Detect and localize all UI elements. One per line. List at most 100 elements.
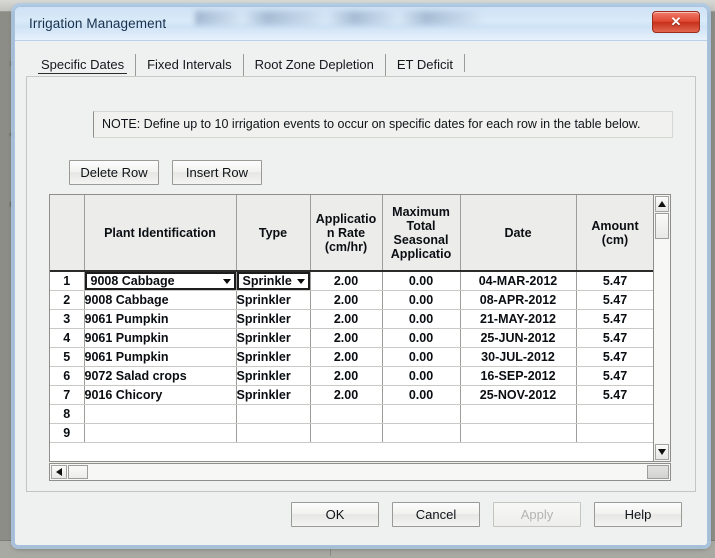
column-header-application-rate[interactable]: Applicatio n Rate (cm/hr) [310, 195, 383, 272]
cell-type[interactable]: Sprinkler [236, 366, 311, 386]
scroll-left-icon[interactable] [51, 465, 67, 479]
table-row[interactable]: 9 [50, 423, 653, 443]
insert-row-button[interactable]: Insert Row [172, 160, 262, 185]
row-number[interactable]: 5 [50, 347, 85, 367]
cell-amount[interactable] [576, 423, 653, 443]
cell-type[interactable] [236, 404, 311, 424]
table-row[interactable]: 3 9061 Pumpkin Sprinkler 2.00 0.00 21-MA… [50, 309, 653, 329]
column-header-amount[interactable]: Amount (cm) [576, 195, 653, 272]
row-number[interactable]: 9 [50, 423, 85, 443]
cancel-button[interactable]: Cancel [392, 502, 480, 527]
cell-date[interactable]: 30-JUL-2012 [460, 347, 577, 367]
cell-type[interactable]: Sprinkler [236, 347, 311, 367]
tab-et-deficit[interactable]: ET Deficit [384, 54, 464, 76]
cell-date[interactable]: 16-SEP-2012 [460, 366, 577, 386]
cell-maximum-total-seasonal[interactable]: 0.00 [382, 271, 461, 291]
tab-specific-dates[interactable]: Specific Dates [30, 54, 135, 76]
cell-amount[interactable] [576, 404, 653, 424]
cell-amount[interactable]: 5.47 [576, 309, 653, 329]
cell-date[interactable]: 04-MAR-2012 [460, 271, 577, 291]
cell-type[interactable] [236, 423, 311, 443]
horizontal-scroll-thumb[interactable] [68, 465, 88, 479]
horizontal-scroll-track[interactable] [68, 464, 652, 480]
cell-type[interactable]: Sprinkler [236, 385, 311, 405]
cell-maximum-total-seasonal[interactable]: 0.00 [382, 309, 461, 329]
help-button[interactable]: Help [594, 502, 682, 527]
vertical-scroll-track[interactable] [654, 213, 670, 443]
cell-date[interactable] [460, 404, 577, 424]
close-icon[interactable]: ✕ [652, 11, 700, 33]
cell-maximum-total-seasonal[interactable]: 0.00 [382, 328, 461, 348]
table-row[interactable]: 5 9061 Pumpkin Sprinkler 2.00 0.00 30-JU… [50, 347, 653, 367]
column-header-type[interactable]: Type [236, 195, 311, 272]
cell-application-rate[interactable]: 2.00 [310, 385, 383, 405]
table-row[interactable]: 1 9008 Cabbage Sprinkle 2.00 0.00 04-MAR… [50, 271, 653, 291]
cell-maximum-total-seasonal[interactable]: 0.00 [382, 385, 461, 405]
cell-date[interactable]: 25-NOV-2012 [460, 385, 577, 405]
table-row[interactable]: 7 9016 Chicory Sprinkler 2.00 0.00 25-NO… [50, 385, 653, 405]
cell-plant-identification[interactable]: 9061 Pumpkin [84, 309, 237, 329]
cell-maximum-total-seasonal[interactable]: 0.00 [382, 290, 461, 310]
cell-plant-identification[interactable]: 9061 Pumpkin [84, 347, 237, 367]
row-number[interactable]: 4 [50, 328, 85, 348]
chevron-down-icon[interactable] [295, 274, 308, 288]
cell-plant-identification[interactable] [84, 423, 237, 443]
cell-plant-identification[interactable]: 9016 Chicory [84, 385, 237, 405]
cell-maximum-total-seasonal[interactable] [382, 423, 461, 443]
cell-application-rate[interactable]: 2.00 [310, 328, 383, 348]
row-number[interactable]: 2 [50, 290, 85, 310]
cell-maximum-total-seasonal[interactable]: 0.00 [382, 366, 461, 386]
cell-application-rate[interactable]: 2.00 [310, 271, 383, 291]
grid-horizontal-scrollbar[interactable] [49, 463, 671, 481]
plant-identification-dropdown[interactable]: 9008 Cabbage [84, 272, 235, 290]
row-number[interactable]: 7 [50, 385, 85, 405]
scroll-down-icon[interactable] [655, 444, 669, 460]
column-header-plant-identification[interactable]: Plant Identification [84, 195, 237, 272]
table-row[interactable]: 6 9072 Salad crops Sprinkler 2.00 0.00 1… [50, 366, 653, 386]
dialog-titlebar[interactable]: Irrigation Management ✕ [15, 7, 707, 41]
cell-plant-identification[interactable]: 9061 Pumpkin [84, 328, 237, 348]
cell-plant-identification[interactable]: 9008 Cabbage [84, 290, 237, 310]
cell-type[interactable]: Sprinkler [236, 309, 311, 329]
cell-application-rate[interactable] [310, 423, 383, 443]
cell-maximum-total-seasonal[interactable] [382, 404, 461, 424]
cell-date[interactable] [460, 423, 577, 443]
row-number[interactable]: 6 [50, 366, 85, 386]
cell-type[interactable]: Sprinkle [236, 271, 311, 291]
row-number[interactable]: 3 [50, 309, 85, 329]
cell-date[interactable]: 25-JUN-2012 [460, 328, 577, 348]
cell-type[interactable]: Sprinkler [236, 328, 311, 348]
table-row[interactable]: 4 9061 Pumpkin Sprinkler 2.00 0.00 25-JU… [50, 328, 653, 348]
cell-date[interactable]: 21-MAY-2012 [460, 309, 577, 329]
cell-maximum-total-seasonal[interactable]: 0.00 [382, 347, 461, 367]
cell-plant-identification[interactable] [84, 404, 237, 424]
cell-amount[interactable]: 5.47 [576, 366, 653, 386]
cell-application-rate[interactable]: 2.00 [310, 347, 383, 367]
chevron-down-icon[interactable] [221, 274, 234, 288]
type-dropdown[interactable]: Sprinkle [236, 272, 309, 290]
cell-amount[interactable]: 5.47 [576, 290, 653, 310]
column-header-maximum-total-seasonal-application[interactable]: Maximum Total Seasonal Applicatio [382, 195, 461, 272]
cell-amount[interactable]: 5.47 [576, 385, 653, 405]
column-header-date[interactable]: Date [460, 195, 577, 272]
cell-amount[interactable]: 5.47 [576, 328, 653, 348]
table-row[interactable]: 2 9008 Cabbage Sprinkler 2.00 0.00 08-AP… [50, 290, 653, 310]
cell-amount[interactable]: 5.47 [576, 347, 653, 367]
delete-row-button[interactable]: Delete Row [69, 160, 159, 185]
row-number[interactable]: 1 [50, 271, 85, 291]
tab-root-zone-depletion[interactable]: Root Zone Depletion [242, 54, 385, 76]
cell-application-rate[interactable]: 2.00 [310, 309, 383, 329]
cell-application-rate[interactable]: 2.00 [310, 290, 383, 310]
tab-fixed-intervals[interactable]: Fixed Intervals [135, 54, 243, 76]
scroll-up-icon[interactable] [655, 196, 669, 212]
cell-date[interactable]: 08-APR-2012 [460, 290, 577, 310]
grid-vertical-scrollbar[interactable] [654, 194, 671, 462]
cell-application-rate[interactable] [310, 404, 383, 424]
ok-button[interactable]: OK [291, 502, 379, 527]
row-number[interactable]: 8 [50, 404, 85, 424]
cell-plant-identification[interactable]: 9072 Salad crops [84, 366, 237, 386]
cell-application-rate[interactable]: 2.00 [310, 366, 383, 386]
table-row[interactable]: 8 [50, 404, 653, 424]
cell-type[interactable]: Sprinkler [236, 290, 311, 310]
cell-plant-identification[interactable]: 9008 Cabbage [84, 271, 237, 291]
